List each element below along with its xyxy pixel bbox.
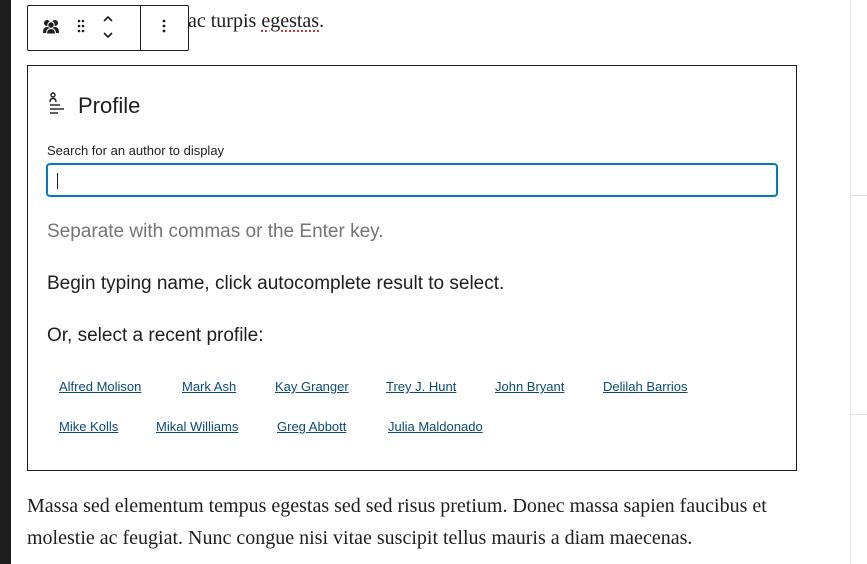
editor-left-edge [0,0,11,564]
drag-handle-icon [77,19,85,38]
instruction-text: Begin typing name, click autocomplete re… [47,273,505,294]
block-toolbar-group [28,6,141,50]
recent-profile-link[interactable]: Mikal Williams [156,419,238,434]
recent-profile-link[interactable]: Alfred Molison [59,379,141,394]
block-title-row: Profile [48,92,140,120]
recent-profile-link[interactable]: Julia Maldonado [388,419,483,434]
block-title: Profile [78,93,141,118]
recent-profile-link[interactable]: John Bryant [495,379,564,394]
recent-profile-link[interactable]: Kay Granger [275,379,349,394]
sidebar-border [850,0,851,564]
paragraph-text-tail: ac turpis egestas. [188,10,325,32]
recent-profiles-label: Or, select a recent profile: [47,325,264,346]
paragraph-below[interactable]: Massa sed elementum tempus egestas sed s… [27,490,827,554]
text-caret [57,173,58,189]
recent-profile-link[interactable]: Trey J. Hunt [386,379,456,394]
spellcheck-flag: egestas [261,10,320,32]
search-label: Search for an author to display [47,143,225,158]
people-icon [42,18,60,39]
profile-block: Profile Search for an author to display … [27,65,797,471]
sidebar-divider [850,195,867,196]
block-toolbar [27,5,189,51]
recent-profile-link[interactable]: Delilah Barrios [603,379,688,394]
recent-profile-link[interactable]: Mike Kolls [59,419,118,434]
help-text: Separate with commas or the Enter key. [47,221,384,242]
drag-button[interactable] [74,6,88,50]
profile-block-icon [48,92,66,120]
options-button[interactable] [141,6,188,50]
sidebar-divider [850,414,867,415]
chevron-down-icon[interactable] [101,28,115,44]
move-buttons [88,6,128,50]
block-type-button[interactable] [28,6,74,50]
more-vertical-icon [162,19,166,38]
author-search-input[interactable] [46,163,778,197]
recent-profile-link[interactable]: Mark Ash [182,379,236,394]
recent-profile-link[interactable]: Greg Abbott [277,419,346,434]
chevron-up-icon[interactable] [101,12,115,28]
